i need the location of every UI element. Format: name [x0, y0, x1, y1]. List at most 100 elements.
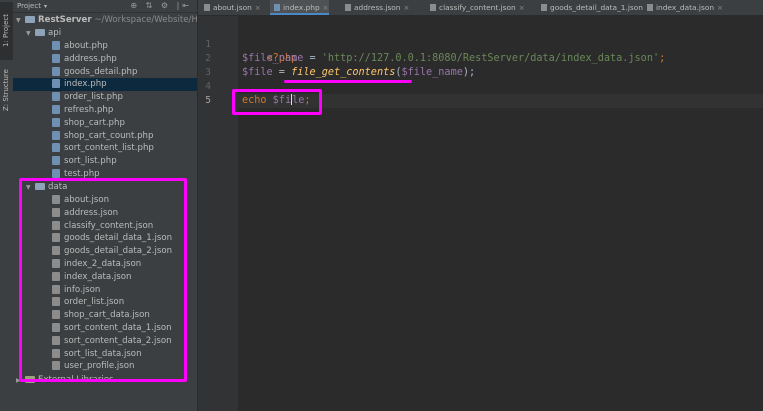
semicolon-token: ;: [659, 53, 666, 64]
editor-tab-bar: about.json × index.php × address.json × classi…: [198, 0, 763, 16]
json-file-icon: [52, 259, 60, 268]
code-editor[interactable]: <?php $file_name = 'http://127.0.0.1:808…: [232, 16, 763, 411]
close-icon[interactable]: ×: [404, 4, 410, 12]
tree-file-goods-detail-php[interactable]: goods_detail.php: [52, 66, 137, 79]
tab-label: classify_content.json: [439, 3, 516, 12]
tree-file-address-json[interactable]: address.json: [52, 207, 118, 220]
close-icon[interactable]: ×: [717, 4, 723, 12]
folder-icon: [35, 29, 45, 36]
tree-file-index-2-data-json[interactable]: index_2_data.json: [52, 258, 141, 271]
tree-file-shop-cart-count-php[interactable]: shop_cart_count.php: [52, 130, 153, 143]
close-icon[interactable]: ×: [255, 4, 261, 12]
file-label: info.json: [64, 284, 101, 295]
file-label: goods_detail.php: [64, 66, 138, 77]
tree-folder-api[interactable]: ▼ api: [26, 27, 61, 40]
file-icon: [274, 4, 280, 11]
root-folder-label: RestServer: [38, 15, 92, 25]
tree-file-test-php[interactable]: test.php: [52, 168, 100, 181]
php-file-icon: [52, 79, 60, 89]
project-tool-tab[interactable]: 1: Project: [0, 2, 13, 60]
json-file-icon: [52, 246, 60, 256]
editor-tab-address-json[interactable]: address.json ×: [341, 0, 409, 15]
chevron-down-icon[interactable]: ▼: [16, 14, 25, 27]
tree-file-index-data-json[interactable]: index_data.json: [52, 271, 131, 284]
tool-window-strip: 1: Project Z: Structure: [0, 0, 14, 411]
chevron-down-icon[interactable]: ▼: [26, 27, 35, 40]
file-label: sort_content_list.php: [64, 143, 154, 154]
tree-file-sort-list-php[interactable]: sort_list.php: [52, 155, 117, 168]
file-label: address.json: [64, 207, 119, 218]
code-line-3: $file = file_get_contents($file_name);: [242, 66, 475, 80]
close-icon[interactable]: ×: [323, 4, 329, 12]
file-label: refresh.php: [64, 105, 114, 115]
json-file-icon: [52, 297, 60, 307]
operator-token: =: [272, 67, 292, 78]
tree-file-order-list-json[interactable]: order_list.json: [52, 296, 124, 309]
function-token: file_get_contents: [291, 67, 396, 78]
tab-label: index_data.json: [656, 3, 715, 12]
chevron-down-icon[interactable]: ▾: [44, 3, 47, 10]
php-file-icon: [52, 105, 60, 114]
tree-file-refresh-php[interactable]: refresh.php: [52, 104, 113, 117]
file-label: order_list.php: [64, 92, 123, 103]
tree-file-sort-list-data-json[interactable]: sort_list_data.json: [52, 348, 142, 361]
tree-root-restserver[interactable]: ▼ RestServer ~/Workspace/Website/H: [16, 14, 197, 27]
tree-file-sort-content-data-2-json[interactable]: sort_content_data_2.json: [52, 335, 172, 348]
file-label: sort_list_data.json: [64, 348, 142, 359]
editor-tab-index-php[interactable]: index.php ×: [270, 0, 329, 15]
project-panel-header[interactable]: Project ▾ ⊕ ⇅ ⚙ |⇤: [13, 0, 197, 13]
tree-file-index-php[interactable]: index.php: [13, 78, 197, 92]
file-label: shop_cart_data.json: [64, 310, 150, 321]
editor-tab-classify-content-json[interactable]: classify_content.json ×: [426, 0, 525, 15]
tab-label: about.json: [213, 3, 252, 12]
file-label: address.php: [64, 53, 117, 64]
php-file-icon: [52, 41, 60, 50]
file-label: shop_cart.php: [64, 117, 125, 128]
tree-file-goods-detail-data-1-json[interactable]: goods_detail_data_1.json: [52, 232, 172, 245]
folder-icon: [25, 16, 35, 23]
tree-file-about-php[interactable]: about.php: [52, 40, 108, 53]
editor-tab-index-data-json[interactable]: index_data.json ×: [643, 0, 723, 15]
file-label: goods_detail_data_1.json: [64, 233, 173, 244]
tree-file-classify-content-json[interactable]: classify_content.json: [52, 220, 153, 233]
tree-file-goods-detail-data-2-json[interactable]: goods_detail_data_2.json: [52, 245, 172, 258]
file-label: user_profile.json: [64, 361, 135, 372]
tree-file-info-json[interactable]: info.json: [52, 284, 100, 297]
file-icon: [647, 4, 653, 11]
json-file-icon: [52, 271, 60, 281]
code-line-1: <?php: [242, 38, 298, 64]
tree-file-sort-content-data-1-json[interactable]: sort_content_data_1.json: [52, 322, 172, 335]
file-label: order_list.json: [64, 297, 125, 308]
project-toolbar-icons[interactable]: ⊕ ⇅ ⚙ |⇤: [130, 0, 192, 12]
file-icon: [541, 4, 547, 11]
file-icon: [345, 4, 351, 11]
structure-tool-tab[interactable]: Z: Structure: [0, 62, 13, 118]
file-label: sort_content_data_1.json: [64, 323, 172, 333]
editor-tab-about-json[interactable]: about.json ×: [200, 0, 261, 15]
file-label: sort_content_data_2.json: [64, 335, 172, 346]
file-label: shop_cart_count.php: [64, 130, 154, 141]
line-number: 5: [205, 95, 211, 106]
editor-tab-goods-detail-data-1-json[interactable]: goods_detail_data_1.json×: [537, 0, 652, 15]
tree-file-shop-cart-data-json[interactable]: shop_cart_data.json: [52, 309, 150, 322]
file-label: about.php: [64, 41, 108, 51]
tree-file-shop-cart-php[interactable]: shop_cart.php: [52, 117, 125, 130]
tree-file-order-list-php[interactable]: order_list.php: [52, 91, 123, 104]
line-number: 3: [205, 67, 211, 78]
file-label: sort_list.php: [64, 156, 117, 167]
tree-file-about-json[interactable]: about.json: [52, 194, 109, 207]
tree-file-sort-content-list-php[interactable]: sort_content_list.php: [52, 142, 154, 155]
tree-file-address-php[interactable]: address.php: [52, 53, 117, 66]
function-underline-annotation: [284, 80, 412, 83]
php-file-icon: [52, 143, 60, 153]
tab-label: goods_detail_data_1.json: [550, 3, 643, 12]
tree-file-user-profile-json[interactable]: user_profile.json: [52, 360, 135, 373]
php-file-icon: [52, 169, 60, 178]
variable-token: $file_name: [401, 67, 463, 78]
line-number: 2: [205, 53, 211, 64]
file-icon: [204, 4, 210, 11]
close-icon[interactable]: ×: [519, 4, 525, 12]
json-file-icon: [52, 310, 60, 320]
file-label: test.php: [64, 169, 100, 179]
php-file-icon: [52, 92, 60, 102]
